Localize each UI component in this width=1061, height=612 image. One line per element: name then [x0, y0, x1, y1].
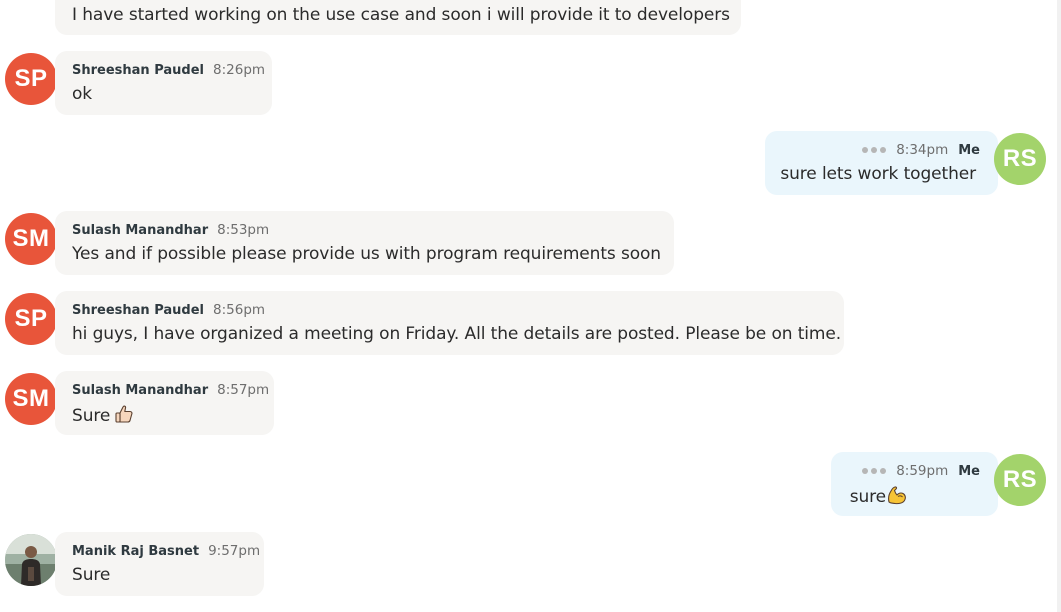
avatar[interactable]: SP — [5, 53, 57, 105]
sender-name[interactable]: Manik Raj Basnet — [72, 544, 199, 559]
message-text: Sure — [72, 565, 111, 585]
more-options-icon[interactable] — [862, 468, 887, 474]
thumbs-up-icon — [114, 404, 134, 429]
message-bubble[interactable]: I have started working on the use case a… — [55, 0, 741, 35]
sender-name: Me — [958, 143, 980, 158]
more-options-icon[interactable] — [862, 147, 887, 153]
message-text: hi guys, I have organized a meeting on F… — [72, 324, 842, 344]
message-bubble[interactable]: Shreeshan Paudel 8:26pm ok — [55, 51, 272, 115]
sender-name: Me — [958, 464, 980, 479]
avatar[interactable]: RS — [994, 133, 1046, 185]
sender-name[interactable]: Sulash Manandhar — [72, 223, 208, 238]
avatar[interactable]: RS — [994, 454, 1046, 506]
avatar[interactable]: SP — [5, 293, 57, 345]
sender-name[interactable]: Shreeshan Paudel — [72, 303, 204, 318]
message-bubble[interactable]: Shreeshan Paudel 8:56pm hi guys, I have … — [55, 291, 844, 355]
avatar[interactable]: SM — [5, 373, 57, 425]
message-time: 8:59pm — [896, 463, 949, 479]
message-bubble[interactable]: Sulash Manandhar 8:57pm Sure — [55, 371, 274, 435]
scrollbar[interactable] — [1057, 0, 1061, 612]
message-time: 8:34pm — [896, 142, 949, 158]
sender-name[interactable]: Sulash Manandhar — [72, 383, 208, 398]
message-time: 9:57pm — [208, 543, 261, 559]
message-time: 8:57pm — [217, 382, 270, 398]
message-text: Sure — [72, 406, 111, 426]
avatar[interactable]: SM — [5, 213, 57, 265]
flexed-biceps-icon — [886, 485, 908, 510]
message-text: sure lets work together — [780, 164, 976, 184]
message-time: 8:26pm — [213, 62, 266, 78]
avatar[interactable] — [5, 534, 57, 586]
sender-name[interactable]: Shreeshan Paudel — [72, 63, 204, 78]
message-bubble[interactable]: Sulash Manandhar 8:53pm Yes and if possi… — [55, 211, 674, 275]
message-bubble[interactable]: 8:34pm Me sure lets work together — [765, 131, 998, 195]
message-time: 8:56pm — [213, 302, 266, 318]
message-text: I have started working on the use case a… — [72, 5, 730, 25]
message-text: ok — [72, 84, 93, 104]
message-text: Yes and if possible please provide us wi… — [72, 244, 661, 264]
message-text: sure — [849, 487, 886, 507]
message-text-wrap: Sure — [72, 404, 134, 429]
message-time: 8:53pm — [217, 222, 270, 238]
message-bubble[interactable]: 8:59pm Me sure — [831, 452, 998, 516]
message-bubble[interactable]: Manik Raj Basnet 9:57pm Sure — [55, 532, 264, 596]
profile-photo — [5, 534, 57, 586]
message-text-wrap: sure — [850, 485, 908, 510]
